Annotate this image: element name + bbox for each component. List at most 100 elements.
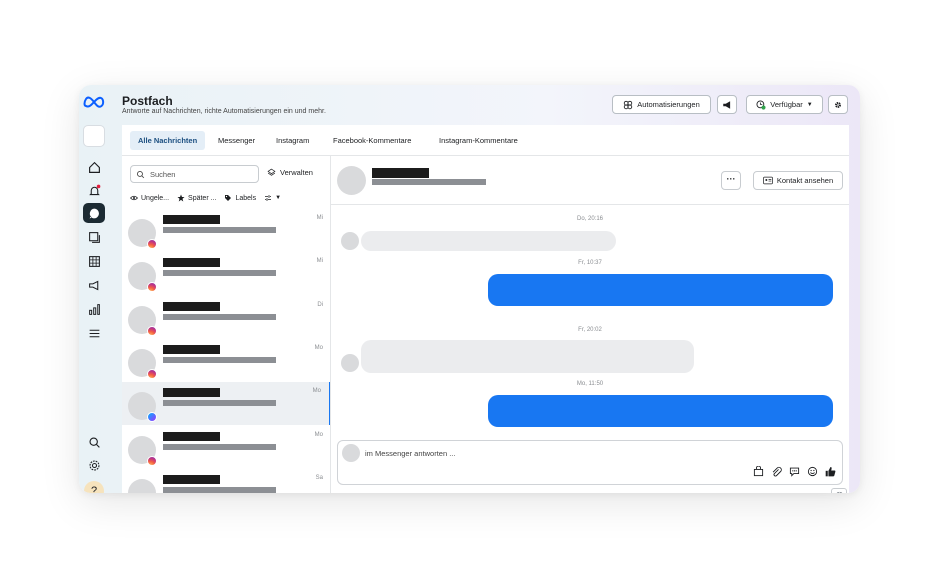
message-preview-redacted xyxy=(163,227,276,233)
megaphone-button[interactable] xyxy=(717,95,737,114)
more-options-button[interactable]: ··· xyxy=(721,171,741,190)
filter-labels[interactable]: Labels xyxy=(224,194,256,202)
avatar xyxy=(342,444,360,462)
thumbs-up-icon[interactable] xyxy=(825,466,836,477)
view-contact-label: Kontakt ansehen xyxy=(776,176,834,185)
incoming-message xyxy=(361,340,694,373)
content-icon[interactable] xyxy=(83,227,105,247)
chat-pane: ··· Kontakt ansehen Do, 20:16 Fr, 10:37 … xyxy=(331,156,849,493)
contact-name-redacted xyxy=(163,345,220,354)
inbox-window: ? Postfach Antworte auf Nachrichten, ric… xyxy=(79,85,860,493)
message-preview-redacted xyxy=(163,314,276,320)
contact-detail-redacted xyxy=(372,179,486,185)
notifications-icon[interactable] xyxy=(83,180,105,200)
reply-input[interactable]: im Messenger antworten ... xyxy=(365,449,455,458)
star-icon xyxy=(177,194,185,202)
message-preview-redacted xyxy=(163,270,276,276)
availability-dropdown[interactable]: Verfügbar ▼ xyxy=(746,95,823,114)
help-button[interactable]: ? xyxy=(84,481,104,493)
tab-instagram[interactable]: Instagram xyxy=(276,131,309,150)
menu-icon[interactable] xyxy=(83,323,105,343)
insights-icon[interactable] xyxy=(83,299,105,319)
conversation-date: Mo xyxy=(312,388,321,394)
filter-later[interactable]: Später ... xyxy=(177,194,216,202)
filter-bar: Ungele... Später ... Labels ▼ xyxy=(130,191,281,205)
layers-icon xyxy=(267,168,276,176)
conversation-item[interactable]: Mo xyxy=(122,339,330,382)
filter-settings-button[interactable]: ▼ xyxy=(264,194,281,202)
ads-icon[interactable] xyxy=(83,275,105,295)
tab-facebook-comments[interactable]: Facebook-Kommentare xyxy=(333,131,411,150)
conversation-item[interactable]: Sa xyxy=(122,469,330,493)
instagram-icon xyxy=(147,456,157,466)
conversation-item[interactable]: Di xyxy=(122,296,330,339)
message-preview-redacted xyxy=(163,400,276,406)
search-placeholder: Suchen xyxy=(150,169,176,179)
composer-toolbar xyxy=(753,466,836,477)
filter-unread[interactable]: Ungele... xyxy=(130,194,169,202)
messenger-icon xyxy=(147,412,157,422)
inbox-icon[interactable] xyxy=(83,203,105,223)
caret-down-icon: ▼ xyxy=(275,195,282,201)
tag-icon xyxy=(225,195,232,201)
contact-name-redacted xyxy=(163,475,220,484)
filter-unread-label: Ungele... xyxy=(141,194,170,202)
megaphone-icon xyxy=(723,100,731,109)
conversation-item[interactable]: Mi xyxy=(122,209,330,252)
message-timestamp: Mo, 11:50 xyxy=(576,381,604,387)
conversation-date: Mo xyxy=(314,432,323,438)
home-icon[interactable] xyxy=(83,157,105,177)
conversation-list: Suchen Verwalten Ungele... Später ... La… xyxy=(122,156,331,493)
conversation-date: Mo xyxy=(314,345,323,351)
manage-button[interactable]: Verwalten xyxy=(267,168,313,177)
filter-labels-label: Labels xyxy=(235,194,257,202)
globe-icon[interactable] xyxy=(831,488,847,493)
conversation-date: Di xyxy=(317,302,323,308)
gear-icon xyxy=(835,101,841,108)
inbox-tabs: Alle Nachrichten Messenger Instagram Fac… xyxy=(122,125,849,156)
manage-label: Verwalten xyxy=(280,168,313,177)
emoji-icon[interactable] xyxy=(807,466,818,477)
filter-later-label: Später ... xyxy=(188,194,217,202)
contact-card-icon xyxy=(763,176,773,185)
conversation-item-selected[interactable]: Mo xyxy=(122,382,330,425)
automation-icon xyxy=(624,100,633,109)
tab-all-messages[interactable]: Alle Nachrichten xyxy=(130,131,206,150)
caret-down-icon: ▼ xyxy=(806,101,813,108)
message-preview-redacted xyxy=(163,444,276,450)
automations-button[interactable]: Automatisierungen xyxy=(612,95,711,114)
account-avatar[interactable] xyxy=(83,125,105,147)
view-contact-button[interactable]: Kontakt ansehen xyxy=(753,171,843,190)
automations-label: Automatisierungen xyxy=(637,100,700,109)
conversation-date: Mi xyxy=(316,258,323,264)
paperclip-icon[interactable] xyxy=(771,466,782,477)
instagram-icon xyxy=(147,239,157,249)
sliders-icon xyxy=(265,195,272,201)
contact-name-redacted xyxy=(163,258,220,267)
avatar xyxy=(341,232,359,250)
conversation-item[interactable]: Mo xyxy=(122,426,330,469)
avatar xyxy=(341,354,359,372)
conversation-date: Mi xyxy=(316,215,323,221)
message-preview-redacted xyxy=(163,357,276,363)
meta-logo-icon[interactable] xyxy=(83,95,105,109)
contact-name-redacted xyxy=(163,388,220,397)
search-icon[interactable] xyxy=(83,432,105,452)
conversation-item[interactable]: Mi xyxy=(122,252,330,295)
search-input[interactable]: Suchen xyxy=(130,165,259,183)
instagram-icon xyxy=(147,282,157,292)
tab-messenger[interactable]: Messenger xyxy=(218,131,255,150)
search-icon xyxy=(136,170,145,178)
page-subtitle: Antworte auf Nachrichten, richte Automat… xyxy=(122,108,326,115)
planner-icon[interactable] xyxy=(83,251,105,271)
settings-gear-icon[interactable] xyxy=(83,455,105,475)
reply-composer[interactable]: im Messenger antworten ... xyxy=(337,440,843,485)
settings-button[interactable] xyxy=(828,95,848,114)
availability-status-icon xyxy=(756,100,766,110)
contact-name-redacted xyxy=(163,215,220,224)
tab-instagram-comments[interactable]: Instagram-Kommentare xyxy=(439,131,518,150)
saved-reply-icon[interactable] xyxy=(789,466,800,477)
shopping-bag-icon[interactable] xyxy=(753,466,764,477)
avatar[interactable] xyxy=(337,166,366,195)
incoming-message xyxy=(361,231,616,251)
